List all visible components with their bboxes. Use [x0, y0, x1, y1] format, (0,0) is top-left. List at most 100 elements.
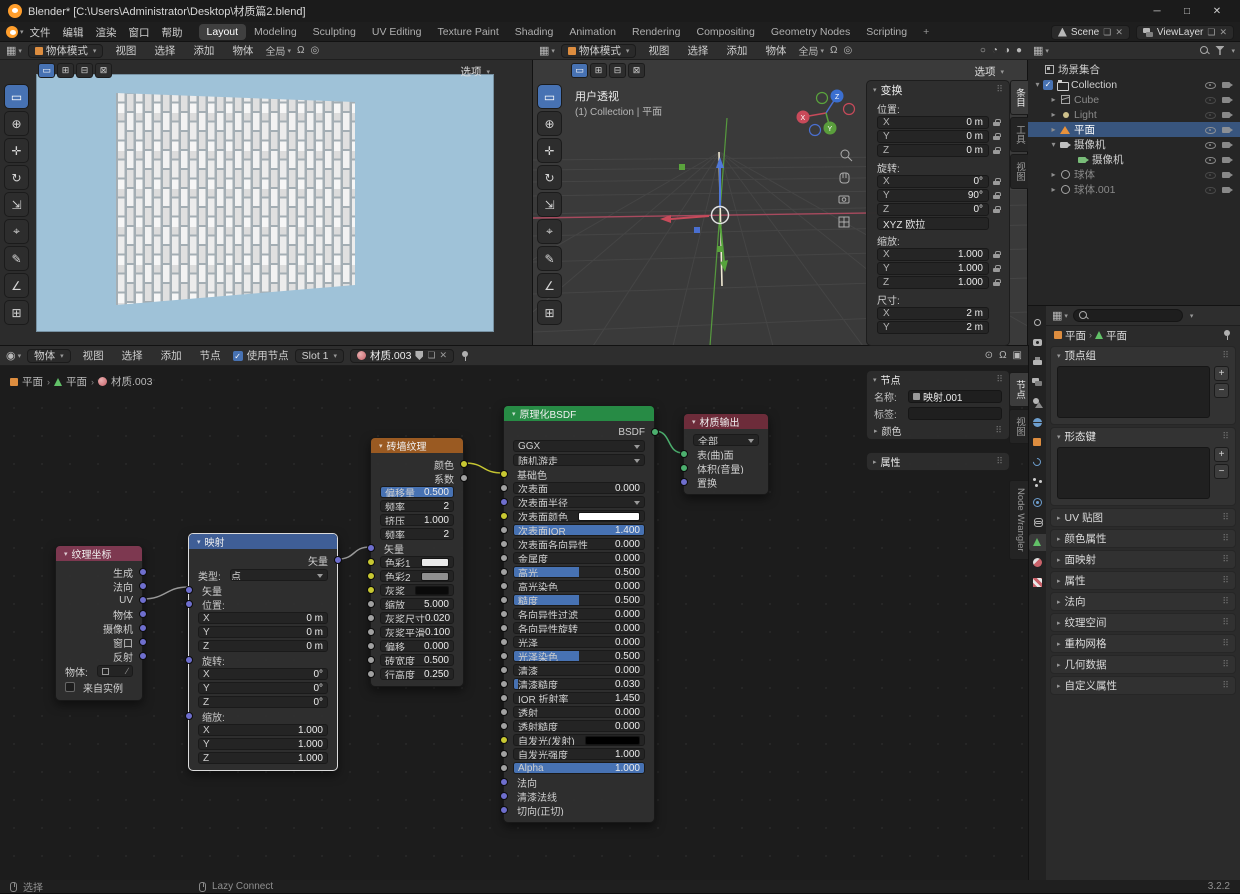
viewport-options-dropdown[interactable]: 选项 ▾: [460, 64, 490, 79]
expander-icon[interactable]: ▸: [1048, 110, 1059, 119]
workspace-tab[interactable]: Scripting: [858, 24, 915, 40]
delete-viewlayer-icon[interactable]: ✕: [1219, 27, 1227, 38]
node-param-row[interactable]: 色彩2: [366, 569, 463, 583]
input-socket[interactable]: [184, 655, 193, 664]
node-param-row[interactable]: 灰浆: [366, 583, 463, 597]
expander-icon[interactable]: ▾: [1048, 140, 1059, 149]
node-param-row[interactable]: 行高度 0.250: [366, 667, 463, 681]
node-param-row[interactable]: 挤压 1.000: [371, 513, 463, 527]
color-swatch[interactable]: [578, 511, 640, 521]
expander-icon[interactable]: ▾: [1032, 80, 1043, 89]
viewport-menu-item[interactable]: 物体: [759, 43, 792, 58]
input-socket[interactable]: [499, 651, 508, 660]
editor-type-button[interactable]: ▦ ▾: [1052, 309, 1068, 322]
node-param-row[interactable]: 次表面IOR 1.400: [499, 523, 654, 537]
menu-item[interactable]: 渲染: [90, 25, 123, 40]
node-param-row[interactable]: 次表面 0.000: [499, 481, 654, 495]
shading-mode-button[interactable]: ●: [1016, 45, 1022, 56]
lock-icon[interactable]: [993, 250, 1001, 259]
transform-panel-header[interactable]: ▾ 变换 ⠿: [867, 81, 1009, 98]
input-socket[interactable]: [499, 707, 508, 716]
tool-button[interactable]: ⌖: [4, 219, 29, 244]
properties-panel[interactable]: ▸ 自定义属性 ⠿: [1050, 676, 1236, 695]
node-param-row[interactable]: 砖宽度 0.500: [366, 653, 463, 667]
viewport-canvas-right[interactable]: Z X Y 用户透视 (1) Collection | 平面 ▭ ⊞ ⊟ ⊠ 选…: [533, 60, 1028, 346]
select-mode-button[interactable]: ▭: [571, 63, 588, 78]
sidebar-tab[interactable]: 视图: [1010, 154, 1028, 189]
input-socket[interactable]: [499, 749, 508, 758]
input-socket[interactable]: [499, 735, 508, 744]
node-output-row[interactable]: 物体: [56, 607, 147, 622]
output-socket[interactable]: [459, 459, 468, 468]
editor-type-button[interactable]: ▦ ▾: [1033, 44, 1049, 57]
input-socket[interactable]: [499, 609, 508, 618]
input-socket[interactable]: [499, 511, 508, 520]
node-canvas[interactable]: 平面 › 平面 › 材质.003 ▾ 纹理坐标 生成 法向 UV 物体 摄像机 …: [0, 366, 1028, 880]
node-param-row[interactable]: 次表面各向异性 0.000: [499, 537, 654, 551]
node-param-row[interactable]: 缩放:: [184, 709, 337, 723]
viewlayer-selector[interactable]: ViewLayer ❏ ✕: [1135, 24, 1234, 40]
node-param-row[interactable]: X 0 m: [189, 611, 337, 625]
tool-button[interactable]: ▭: [4, 84, 29, 109]
node-header[interactable]: ▾ 纹理坐标: [56, 546, 142, 561]
node-texture-coordinate[interactable]: ▾ 纹理坐标 生成 法向 UV 物体 摄像机 窗口 反射 物体: ∕ 来自实例: [55, 545, 147, 701]
properties-tab[interactable]: [1029, 314, 1046, 331]
node-param-row[interactable]: 频率 2: [371, 527, 463, 541]
workspace-tab[interactable]: Geometry Nodes: [763, 24, 858, 40]
collection-checkbox[interactable]: ✓: [1043, 79, 1053, 90]
transform-row[interactable]: Z Z 0°: [877, 203, 1001, 216]
transform-row[interactable]: X X 0 m: [877, 116, 1001, 129]
lock-icon[interactable]: [993, 264, 1001, 273]
hide-in-viewport-icon[interactable]: [1205, 79, 1216, 90]
transform-row[interactable]: Z Z 0 m: [877, 144, 1001, 157]
scene-selector[interactable]: Scene ❏ ✕: [1050, 24, 1130, 40]
input-socket[interactable]: [499, 497, 508, 506]
grid-toggle-icon[interactable]: [838, 216, 850, 228]
input-socket[interactable]: [366, 585, 375, 594]
node-sidebar-tab[interactable]: 视图: [1009, 409, 1028, 444]
transform-row[interactable]: Y Y 1.000: [877, 262, 1001, 275]
workspace-tab[interactable]: Shading: [507, 24, 562, 40]
input-socket[interactable]: [366, 627, 375, 636]
node-param-row[interactable]: Z 0 m: [189, 639, 337, 653]
output-socket[interactable]: [459, 473, 468, 482]
mapping-type-dropdown[interactable]: 类型: 点: [189, 567, 337, 583]
node-output-row[interactable]: 颜色: [371, 457, 468, 472]
node-param-row[interactable]: 频率 2: [371, 499, 463, 513]
input-socket[interactable]: [499, 581, 508, 590]
workspace-tab[interactable]: Sculpting: [305, 24, 364, 40]
node-param-row[interactable]: 自发光强度 1.000: [499, 747, 654, 761]
input-socket[interactable]: [366, 641, 375, 650]
sidebar-tab[interactable]: 工具: [1010, 117, 1028, 152]
disable-in-render-icon[interactable]: [1222, 124, 1233, 135]
input-socket[interactable]: [499, 595, 508, 604]
node-param-row[interactable]: Y 0°: [189, 681, 337, 695]
minimize-button[interactable]: ─: [1142, 1, 1172, 21]
panel-header[interactable]: ▾ 形态键 ⠿: [1051, 428, 1235, 445]
workspace-tab[interactable]: Rendering: [624, 24, 688, 40]
node-header[interactable]: ▾ 材质输出: [684, 414, 768, 429]
slot-dropdown[interactable]: Slot 1 ▾: [294, 348, 345, 363]
node-param-row[interactable]: 缩放 5.000: [366, 597, 463, 611]
properties-panel[interactable]: ▸ 面映射 ⠿: [1050, 550, 1236, 569]
node-param-row[interactable]: 清漆 0.000: [499, 663, 654, 677]
transform-orientation-dropdown[interactable]: 全局 ▾: [798, 43, 824, 58]
select-mode-button[interactable]: ⊠: [628, 63, 645, 78]
input-socket[interactable]: [366, 599, 375, 608]
fake-user-icon[interactable]: [415, 351, 424, 360]
select-mode-button[interactable]: ⊞: [590, 63, 607, 78]
properties-tab[interactable]: [1029, 574, 1046, 591]
viewport-canvas-left[interactable]: ▭ ⊞ ⊟ ⊠ 选项 ▾ ▭ ⊕ ✛ ↻ ⇲ ⌖ ✎ ∠ ⊞: [0, 60, 533, 346]
node-editor-menu-item[interactable]: 节点: [194, 348, 227, 363]
node-param-row[interactable]: IOR 折射率 1.450: [499, 691, 654, 705]
outliner-row[interactable]: ▾ ✓ Collection: [1028, 77, 1240, 92]
node-param-row[interactable]: 位置:: [184, 597, 337, 611]
select-mode-button[interactable]: ⊟: [609, 63, 626, 78]
transform-row[interactable]: 位置: 位置:: [877, 102, 1001, 116]
properties-panel[interactable]: ▸ 颜色属性 ⠿: [1050, 529, 1236, 548]
input-socket[interactable]: [366, 669, 375, 678]
tool-button[interactable]: ▭: [537, 84, 562, 109]
disable-in-render-icon[interactable]: [1222, 169, 1233, 180]
node-header[interactable]: ▾ 砖墙纹理: [371, 438, 463, 453]
lock-icon[interactable]: [993, 177, 1001, 186]
